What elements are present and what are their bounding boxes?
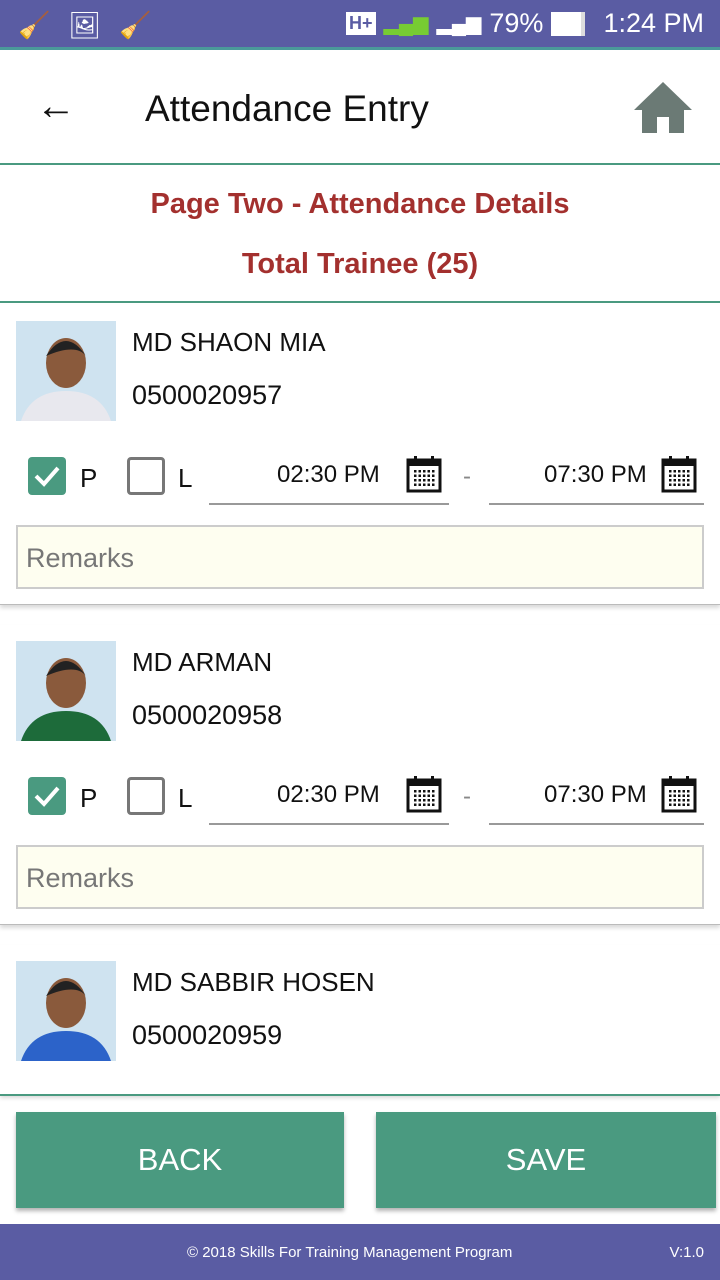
divider: [0, 1094, 720, 1096]
trainee-id: 0500020957: [132, 380, 283, 410]
separator: -: [463, 783, 471, 810]
attendance-row: P L 02:30 PM - 07:30 PM: [0, 775, 720, 835]
calendar-icon[interactable]: [406, 775, 442, 820]
divider: [0, 301, 720, 303]
signal-icon: ▂▄▆: [383, 13, 429, 35]
trainee-card: MD SABBIR HOSEN 0500020959: [0, 945, 720, 1095]
cleaner-icon: 🧹: [18, 10, 51, 40]
late-label: L: [178, 783, 193, 813]
status-bar: 🧹 🖼 🧹 H+ ▂▄▆ ▂▄▆ 79% 1:24 PM: [0, 0, 720, 50]
end-time: 07:30 PM: [544, 461, 647, 488]
version: V:1.0: [669, 1244, 704, 1261]
image-icon: 🖼: [68, 10, 102, 40]
start-time: 02:30 PM: [277, 461, 380, 488]
avatar: [16, 961, 116, 1061]
present-label: P: [80, 783, 98, 813]
total-trainee: Total Trainee (25): [241, 248, 479, 280]
signal-icon: ▂▄▆: [436, 13, 482, 35]
trainee-card: MD SHAON MIA 0500020957 P L 02:30 PM - 0…: [0, 305, 720, 605]
end-time: 07:30 PM: [544, 781, 647, 808]
late-label: L: [178, 463, 193, 493]
present-checkbox[interactable]: [28, 777, 66, 815]
remarks-placeholder: Remarks: [26, 863, 135, 893]
end-time-field[interactable]: 07:30 PM: [489, 775, 704, 825]
avatar: [16, 321, 116, 421]
save-button[interactable]: SAVE: [376, 1112, 716, 1208]
calendar-icon[interactable]: [406, 455, 442, 500]
battery-percent: 79%: [489, 8, 544, 38]
avatar: [16, 641, 116, 741]
cleaner-icon: 🧹: [119, 10, 152, 40]
trainee-name: MD ARMAN: [132, 647, 273, 677]
start-time: 02:30 PM: [277, 781, 380, 808]
remarks-input[interactable]: Remarks: [16, 525, 704, 589]
section-title: Page Two - Attendance Details: [150, 188, 570, 220]
battery-icon: [551, 11, 586, 36]
trainee-name: MD SABBIR HOSEN: [132, 967, 375, 997]
copyright: © 2018 Skills For Training Management Pr…: [187, 1244, 513, 1261]
separator: -: [463, 463, 471, 490]
network-type: H+: [346, 12, 376, 35]
app-bar: ← Attendance Entry: [0, 50, 720, 165]
page-title: Attendance Entry: [145, 88, 429, 129]
home-icon[interactable]: [632, 80, 694, 134]
trainee-id: 0500020958: [132, 700, 283, 730]
calendar-icon[interactable]: [661, 455, 697, 500]
remarks-input[interactable]: Remarks: [16, 845, 704, 909]
remarks-placeholder: Remarks: [26, 543, 135, 573]
calendar-icon[interactable]: [661, 775, 697, 820]
start-time-field[interactable]: 02:30 PM: [209, 455, 449, 505]
late-checkbox[interactable]: [127, 457, 165, 495]
attendance-row: P L 02:30 PM - 07:30 PM: [0, 455, 720, 515]
start-time-field[interactable]: 02:30 PM: [209, 775, 449, 825]
footer: © 2018 Skills For Training Management Pr…: [0, 1224, 720, 1280]
clock: 1:24 PM: [603, 8, 704, 38]
trainee-name: MD SHAON MIA: [132, 327, 326, 357]
end-time-field[interactable]: 07:30 PM: [489, 455, 704, 505]
trainee-card: MD ARMAN 0500020958 P L 02:30 PM - 07:30…: [0, 625, 720, 925]
late-checkbox[interactable]: [127, 777, 165, 815]
back-button[interactable]: BACK: [16, 1112, 344, 1208]
arrow-left-icon[interactable]: ←: [36, 86, 76, 126]
trainee-id: 0500020959: [132, 1020, 283, 1050]
present-checkbox[interactable]: [28, 457, 66, 495]
present-label: P: [80, 463, 98, 493]
